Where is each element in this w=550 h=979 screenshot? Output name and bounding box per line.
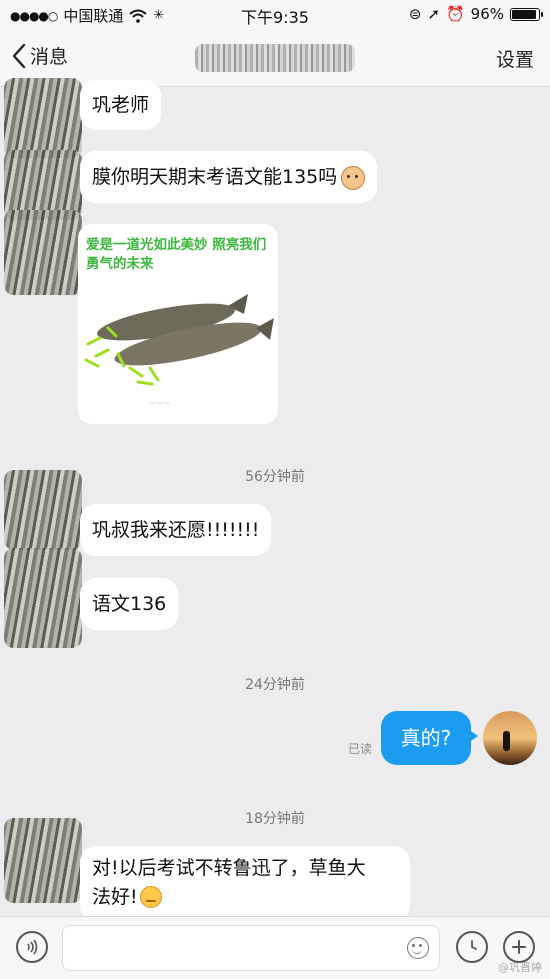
avatar[interactable]	[4, 818, 82, 903]
avatar[interactable]	[4, 78, 82, 158]
cat-emoji-icon	[341, 165, 366, 190]
plus-icon	[512, 940, 526, 954]
nav-bar: 消息 设置	[0, 30, 550, 87]
battery-fill	[512, 9, 536, 19]
message-text: 语文136	[92, 593, 167, 615]
avatar[interactable]	[4, 210, 82, 295]
message-text: 膜你明天期末考语文能135吗	[92, 166, 338, 188]
sticker-watermark: ~~~	[148, 399, 171, 409]
voice-icon	[27, 939, 38, 955]
back-label: 消息	[30, 46, 69, 68]
location-icon: ➚	[427, 5, 440, 23]
timestamp: 56分钟前	[245, 469, 305, 485]
back-icon	[12, 43, 26, 68]
contact-name-redacted	[195, 44, 355, 72]
back-button[interactable]: 消息	[12, 42, 68, 69]
alarm-icon: ⏰	[445, 5, 465, 23]
battery-icon	[510, 7, 543, 21]
sticker-caption: 爱是一道光如此美妙 照亮我们勇气的未来	[86, 237, 267, 272]
battery-percent: 96%	[470, 5, 504, 23]
sticker-message[interactable]: 爱是一道光如此美妙 照亮我们勇气的未来 ~~~	[78, 224, 278, 424]
orientation-lock-icon: ⊜	[408, 5, 422, 23]
clock-button[interactable]	[456, 931, 488, 963]
avatar[interactable]	[4, 548, 82, 648]
read-receipt: 已读	[348, 742, 373, 756]
my-message-bubble[interactable]: 真的?	[381, 711, 478, 765]
fish-sticker-image	[84, 294, 274, 386]
smile-icon[interactable]	[407, 937, 429, 959]
settings-button[interactable]: 设置	[496, 45, 534, 72]
message-text: 巩叔我来还愿!!!!!!!	[92, 519, 260, 541]
smiling-emoji-icon	[139, 886, 162, 908]
message-text-line: 对!以后考试不转鲁迅了，草鱼大	[92, 857, 366, 879]
voice-button[interactable]	[16, 931, 48, 963]
message-bubble[interactable]: 巩老师	[80, 80, 162, 130]
watermark: @巩晋婷	[498, 961, 542, 974]
my-avatar[interactable]	[483, 711, 537, 765]
clock-icon	[471, 940, 477, 950]
timestamp: 18分钟前	[245, 811, 305, 827]
message-text-line: 法好!	[92, 885, 138, 908]
message-bubble[interactable]: 膜你明天期末考语文能135吗	[80, 151, 378, 203]
message-text: 巩老师	[92, 94, 150, 116]
timestamp: 24分钟前	[245, 677, 305, 693]
input-toolbar: @巩晋婷	[0, 916, 550, 979]
status-bar: ●●●●○ 中国联通 ✳ 下午9:35 ⊜ ➚ ⏰ 96%	[0, 0, 550, 30]
message-bubble[interactable]: 对!以后考试不转鲁迅了，草鱼大 法好!	[80, 846, 410, 922]
message-text: 真的?	[400, 726, 452, 750]
message-bubble[interactable]: 语文136	[80, 578, 179, 630]
message-bubble[interactable]: 巩叔我来还愿!!!!!!!	[80, 504, 272, 556]
message-input[interactable]	[62, 925, 440, 971]
